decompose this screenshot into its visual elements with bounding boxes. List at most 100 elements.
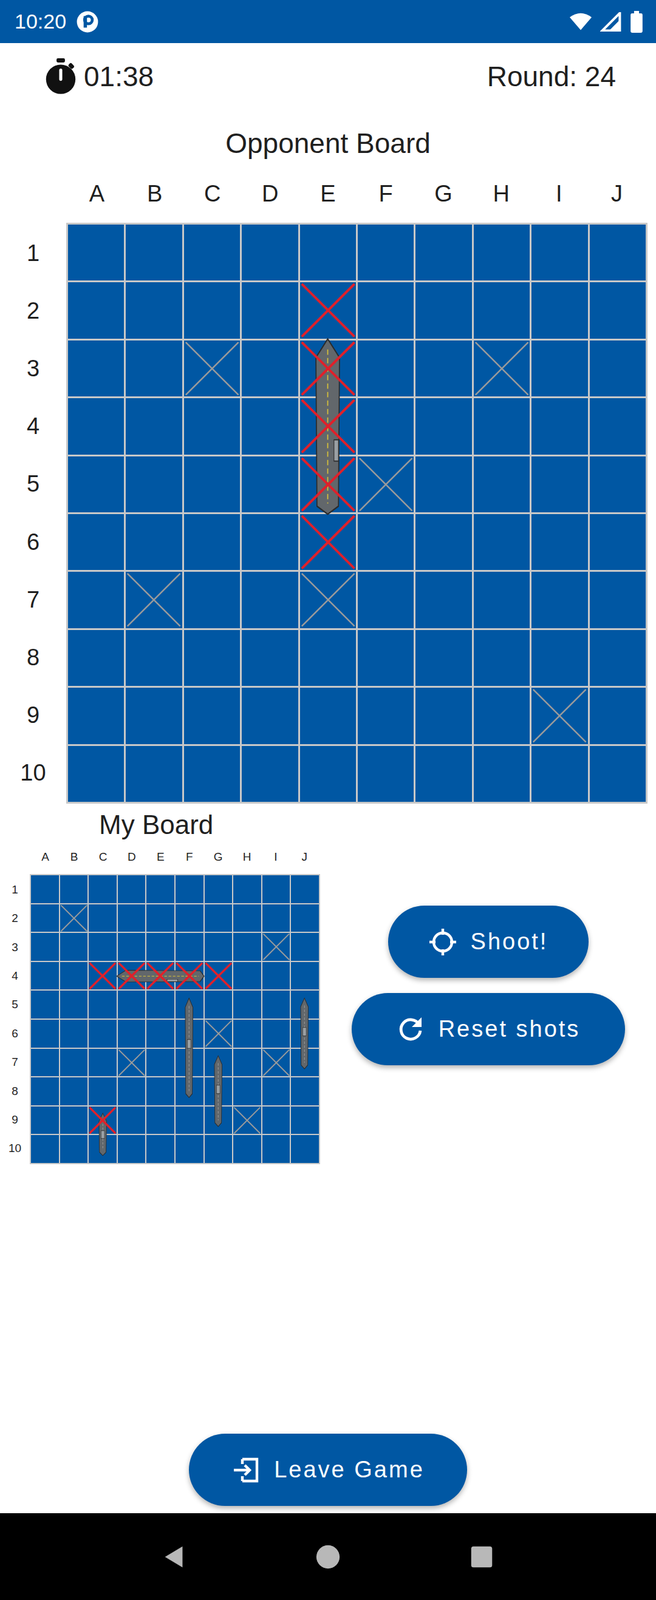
board-cell[interactable] [415, 688, 472, 745]
board-cell[interactable] [125, 282, 182, 339]
board-cell[interactable] [531, 630, 588, 687]
recents-icon[interactable] [467, 1544, 496, 1572]
board-cell[interactable] [357, 224, 414, 281]
board-cell[interactable] [241, 688, 298, 745]
board-cell[interactable] [589, 688, 646, 745]
board-cell[interactable] [415, 746, 472, 803]
board-cell[interactable] [531, 224, 588, 281]
board-cell[interactable] [415, 630, 472, 687]
board-cell[interactable] [415, 398, 472, 455]
board-cell[interactable] [300, 630, 356, 687]
board-cell[interactable] [300, 688, 356, 745]
board-cell[interactable] [125, 630, 182, 687]
board-cell[interactable] [531, 572, 588, 629]
board-cell[interactable] [184, 514, 240, 571]
board-cell[interactable] [415, 456, 472, 513]
board-cell[interactable] [589, 456, 646, 513]
board-cell[interactable] [184, 282, 240, 339]
board-cell[interactable] [473, 572, 530, 629]
board-cell[interactable] [531, 398, 588, 455]
board-cell[interactable] [241, 340, 298, 397]
board-cell[interactable] [241, 514, 298, 571]
column-label: D [117, 843, 146, 872]
board-cell[interactable] [125, 688, 182, 745]
board-cell[interactable] [300, 224, 356, 281]
board-cell[interactable] [184, 456, 240, 513]
board-cell[interactable] [184, 688, 240, 745]
board-cell[interactable] [357, 688, 414, 745]
board-cell[interactable] [68, 514, 124, 571]
board-cell[interactable] [357, 572, 414, 629]
board-cell[interactable] [473, 456, 530, 513]
board-cell[interactable] [357, 398, 414, 455]
board-cell[interactable] [357, 282, 414, 339]
board-cell[interactable] [68, 688, 124, 745]
board-cell[interactable] [184, 398, 240, 455]
board-cell[interactable] [415, 224, 472, 281]
board-cell[interactable] [125, 224, 182, 281]
board-cell[interactable] [68, 746, 124, 803]
board-cell[interactable] [531, 340, 588, 397]
board-cell[interactable] [473, 282, 530, 339]
board-cell [60, 933, 89, 962]
board-cell[interactable] [357, 340, 414, 397]
board-cell[interactable] [357, 630, 414, 687]
board-cell[interactable] [184, 746, 240, 803]
board-cell[interactable] [68, 224, 124, 281]
back-icon[interactable] [160, 1544, 189, 1572]
board-cell[interactable] [473, 224, 530, 281]
board-cell[interactable] [589, 630, 646, 687]
board-cell[interactable] [68, 630, 124, 687]
column-headers: ABCDEFGHIJ [29, 843, 321, 872]
board-cell[interactable] [125, 398, 182, 455]
board-cell[interactable] [589, 514, 646, 571]
board-cell[interactable] [125, 746, 182, 803]
board-cell[interactable] [68, 340, 124, 397]
board-cell[interactable] [415, 340, 472, 397]
board-cell[interactable] [184, 572, 240, 629]
board-cell[interactable] [184, 630, 240, 687]
board-cell[interactable] [415, 514, 472, 571]
board-cell[interactable] [531, 514, 588, 571]
board-cell[interactable] [125, 456, 182, 513]
board-cell[interactable] [415, 282, 472, 339]
board-cell[interactable] [241, 572, 298, 629]
board-cell[interactable] [125, 340, 182, 397]
board-cell[interactable] [589, 224, 646, 281]
board-cell[interactable] [300, 746, 356, 803]
leave-game-button[interactable]: Leave Game [188, 1434, 468, 1507]
board-cell[interactable] [473, 398, 530, 455]
board-cell[interactable] [473, 630, 530, 687]
board-cell[interactable] [68, 398, 124, 455]
board-cell[interactable] [68, 572, 124, 629]
board-cell[interactable] [241, 456, 298, 513]
board-cell[interactable] [357, 746, 414, 803]
board-cell[interactable] [68, 456, 124, 513]
board-cell[interactable] [589, 572, 646, 629]
board-cell[interactable] [589, 746, 646, 803]
board-cell[interactable] [415, 572, 472, 629]
status-time: 10:20 [14, 9, 67, 34]
board-cell[interactable] [68, 282, 124, 339]
board-cell[interactable] [531, 282, 588, 339]
board-cell[interactable] [125, 514, 182, 571]
board-cell[interactable] [589, 282, 646, 339]
board-cell[interactable] [241, 398, 298, 455]
board-cell[interactable] [184, 224, 240, 281]
board-cell[interactable] [473, 688, 530, 745]
board-cell[interactable] [589, 398, 646, 455]
board-cell[interactable] [473, 746, 530, 803]
board-cell[interactable] [241, 630, 298, 687]
home-icon[interactable] [314, 1544, 342, 1572]
board-cell[interactable] [357, 514, 414, 571]
board-cell[interactable] [241, 282, 298, 339]
board-cell[interactable] [473, 514, 530, 571]
board-cell[interactable] [531, 456, 588, 513]
shoot-button[interactable]: Shoot! [388, 906, 589, 979]
opponent-grid[interactable] [66, 222, 648, 805]
board-cell[interactable] [531, 746, 588, 803]
board-cell[interactable] [241, 224, 298, 281]
board-cell[interactable] [241, 746, 298, 803]
reset-shots-button[interactable]: Reset shots [351, 993, 626, 1066]
board-cell[interactable] [589, 340, 646, 397]
